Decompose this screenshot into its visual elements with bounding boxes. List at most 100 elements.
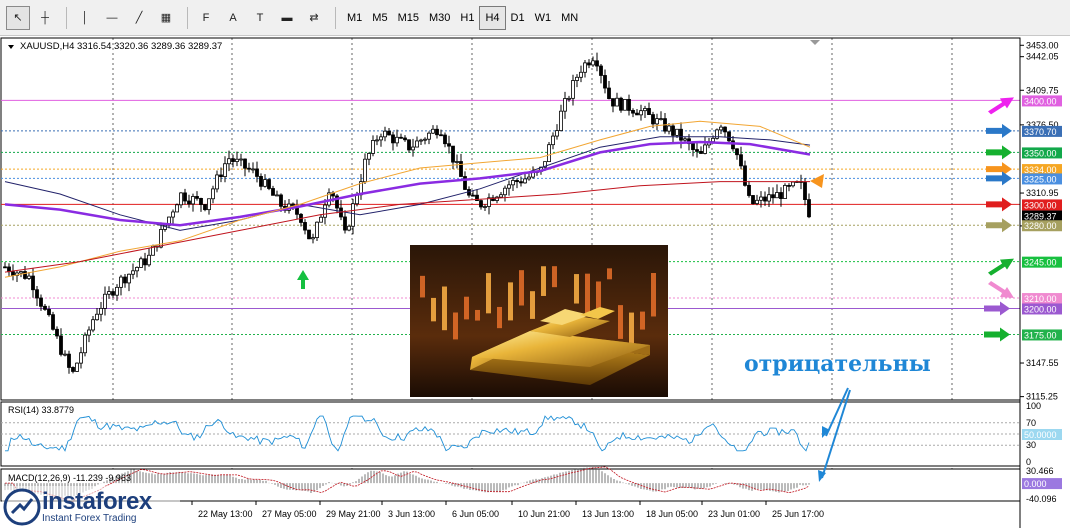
price-tick-label: 3409.75 [1026,85,1059,95]
candle [715,128,719,140]
fibonacci-tool-icon: F [202,11,210,24]
rsi-axis-label: 30 [1026,440,1036,450]
rsi-axis-label: 100 [1026,401,1041,411]
price-tag-label: 3175.00 [1024,330,1057,340]
time-tick-label: 10 Jun 21:00 [518,509,570,519]
candle [619,96,623,113]
macd-label: MACD(12,26,9) -11.239 -9.963 [8,473,131,483]
time-tick-label: 27 May 05:00 [262,509,317,519]
timeframe-d1[interactable]: D1 [506,7,530,29]
arrows-tool-icon: ⇄ [309,12,319,24]
horizontal-line-tool-button[interactable]: — [100,6,124,30]
gold-bars-image [410,245,668,397]
timeframe-h1[interactable]: H1 [455,7,479,29]
symbol-ohlc: XAUUSD,H4 3316.54 3320.36 3289.36 3289.3… [20,41,222,52]
toolbar-separator [187,6,188,29]
cursor-tool-icon: ↖ [13,12,23,24]
price-tag: 3370.70 [1022,125,1062,137]
text-tool-button[interactable]: A [221,6,245,30]
time-tick-label: 13 Jun 13:00 [582,509,634,519]
time-tick-label: 6 Jun 05:00 [452,509,499,519]
timeframe-mn[interactable]: MN [556,7,583,29]
candle [83,332,87,357]
timeframe-m15[interactable]: M15 [393,7,424,29]
crosshair-tool-button[interactable]: ┼ [33,6,57,30]
fibonacci-tool-button[interactable]: F [194,6,218,30]
time-tick-label: 25 Jun 17:00 [772,509,824,519]
arrows-tool-button[interactable]: ⇄ [302,6,326,30]
rsi-axis-label: 70 [1026,418,1036,428]
price-tag-label: 3245.00 [1024,258,1057,268]
candle [623,98,627,111]
time-tick-label: 3 Jun 13:00 [388,509,435,519]
price-tick-label: 3453.00 [1026,40,1059,50]
text-tool-icon: A [229,11,237,24]
candle [267,178,271,191]
timeframe-m5[interactable]: M5 [367,7,392,29]
rsi-label: RSI(14) 33.8779 [8,405,74,415]
price-tag-label: 3289.37 [1024,211,1057,221]
price-tag-label: 3280.00 [1024,221,1057,231]
timeframe-w1[interactable]: W1 [530,7,557,29]
price-tag: 3350.00 [1022,147,1062,159]
logo-brand: instaforex [42,488,152,515]
vertical-line-tool-button[interactable]: │ [73,6,97,30]
price-tag-label: 3200.00 [1024,304,1057,314]
candle [307,229,311,240]
drawing-tools: ↖ ┼ │ — ╱ ▦ F A T ▬ ⇄ [6,5,329,30]
macd-value-label: 0.000 [1024,479,1047,489]
macd-axis-label: 30.466 [1026,466,1054,476]
price-tag: 3334.00 [1022,164,1062,176]
candle [751,194,755,205]
price-tick-label: 3147.55 [1026,358,1059,368]
rectangle-tool-button[interactable]: ▬ [275,6,299,30]
price-tag: 3245.00 [1022,256,1062,268]
trendline-tool-button[interactable]: ╱ [127,6,151,30]
channel-tool-icon: ▦ [160,12,172,24]
price-tag-label: 3325.00 [1024,174,1057,184]
toolbar-separator [66,6,67,29]
candle [75,362,79,372]
price-tag: 3300.00 [1022,199,1062,211]
price-tag: 3175.00 [1022,329,1062,341]
horizontal-line-tool-icon: — [106,11,118,24]
candle [547,142,551,163]
price-tag: 3289.37 [1022,210,1062,222]
timeframe-m1[interactable]: M1 [342,7,367,29]
vertical-line-tool-icon: │ [81,11,89,24]
price-tick-label: 3310.95 [1026,188,1059,198]
chart-toolbar: ↖ ┼ │ — ╱ ▦ F A T ▬ ⇄ M1 M5 M15 M30 H1 H4 D1 W1 MN [0,0,1070,36]
candle [151,244,155,256]
timeframe-m30[interactable]: M30 [424,7,455,29]
annotation-negative: отрицательны [744,351,931,377]
price-tag: 3400.00 [1022,95,1062,106]
timeframe-selector: M1 M5 M15 M30 H1 H4 D1 W1 MN [342,5,583,30]
text-label-tool-button[interactable]: T [248,6,272,30]
price-tag: 3325.00 [1022,173,1062,185]
price-tag: 3210.00 [1022,293,1062,305]
instaforex-logo-icon [3,488,41,526]
price-tag-label: 3370.70 [1024,127,1057,137]
text-label-tool-icon: T [256,11,264,24]
instaforex-logo: instaforex Instant Forex Trading [2,486,180,528]
candle [727,131,731,143]
candle [783,183,787,200]
rsi-value-label: 50.0000 [1024,430,1057,440]
price-tick-label: 3442.05 [1026,52,1059,62]
toolbar-separator [335,6,336,29]
price-tag-label: 3300.00 [1024,200,1057,210]
price-tag: 3280.00 [1022,220,1062,232]
time-tick-label: 22 May 13:00 [198,509,253,519]
timeframe-h4[interactable]: H4 [479,5,506,30]
cursor-tool-button[interactable]: ↖ [6,5,30,30]
crosshair-tool-icon: ┼ [41,11,49,24]
rectangle-tool-icon: ▬ [281,11,293,24]
price-tag: 3200.00 [1022,303,1062,315]
time-tick-label: 23 Jun 01:00 [708,509,760,519]
logo-tagline: Instant Forex Trading [42,513,137,524]
candle [51,311,55,331]
time-tick-label: 18 Jun 05:00 [646,509,698,519]
channel-tool-button[interactable]: ▦ [154,6,178,30]
trendline-tool-icon: ╱ [135,12,143,24]
candle [175,203,179,213]
